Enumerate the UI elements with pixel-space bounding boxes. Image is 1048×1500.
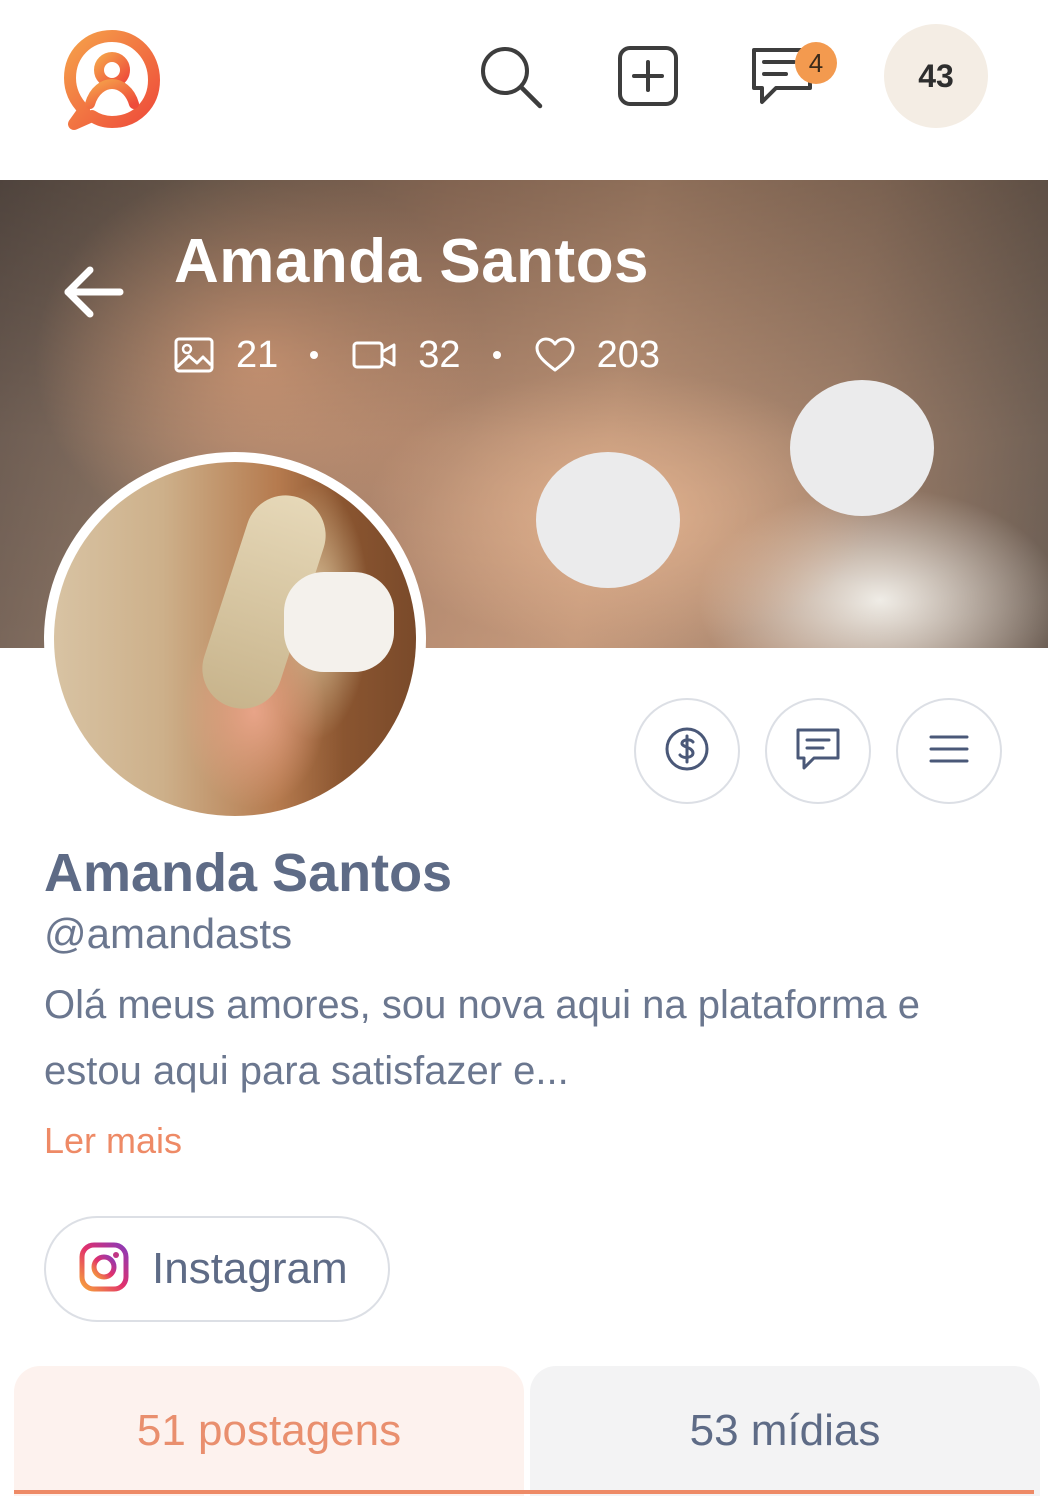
tab-media[interactable]: 53 mídias xyxy=(530,1366,1040,1496)
photos-stat: 21 xyxy=(174,334,278,377)
image-icon xyxy=(174,337,214,373)
heart-icon xyxy=(535,337,575,373)
active-tab-indicator xyxy=(14,1490,1034,1494)
tab-posts[interactable]: 51 postagens xyxy=(14,1366,524,1496)
menu-button[interactable] xyxy=(896,698,1002,804)
read-more-link[interactable]: Ler mais xyxy=(44,1120,182,1162)
profile-handle: @amandasts xyxy=(44,910,293,957)
dollar-icon xyxy=(664,726,710,777)
profile-name: Amanda Santos xyxy=(44,843,453,903)
profile-avatar-image xyxy=(54,462,416,816)
tip-button[interactable] xyxy=(634,698,740,804)
likes-count: 203 xyxy=(596,333,660,376)
separator-dot xyxy=(492,351,501,359)
profile-avatar[interactable] xyxy=(44,452,426,826)
video-icon xyxy=(352,340,396,370)
censor-blur xyxy=(790,380,934,516)
censor-blur xyxy=(536,452,680,588)
account-avatar[interactable]: 43 xyxy=(884,24,988,128)
plus-square-icon[interactable] xyxy=(608,36,688,116)
chat-icon xyxy=(794,726,842,777)
instagram-button[interactable]: Instagram xyxy=(44,1216,390,1322)
menu-icon xyxy=(927,732,971,771)
messages-badge: 4 xyxy=(795,42,837,84)
search-icon[interactable] xyxy=(470,36,550,116)
videos-count: 32 xyxy=(418,333,461,376)
photo-detail xyxy=(284,572,394,672)
instagram-label: Instagram xyxy=(152,1244,348,1293)
likes-stat: 203 xyxy=(535,334,660,377)
chat-button[interactable] xyxy=(765,698,871,804)
photos-count: 21 xyxy=(236,333,279,376)
arrow-left-icon[interactable] xyxy=(62,264,126,320)
instagram-icon xyxy=(78,1241,130,1298)
cover-title: Amanda Santos xyxy=(174,227,650,296)
separator-dot xyxy=(310,351,319,359)
app-logo-icon[interactable] xyxy=(60,28,164,132)
top-bar: 4 43 xyxy=(0,0,1048,178)
cover-stats: 21 32 203 xyxy=(174,332,660,378)
profile-bio: Olá meus amores, sou nova aqui na plataf… xyxy=(44,983,921,1093)
videos-stat: 32 xyxy=(352,333,461,377)
